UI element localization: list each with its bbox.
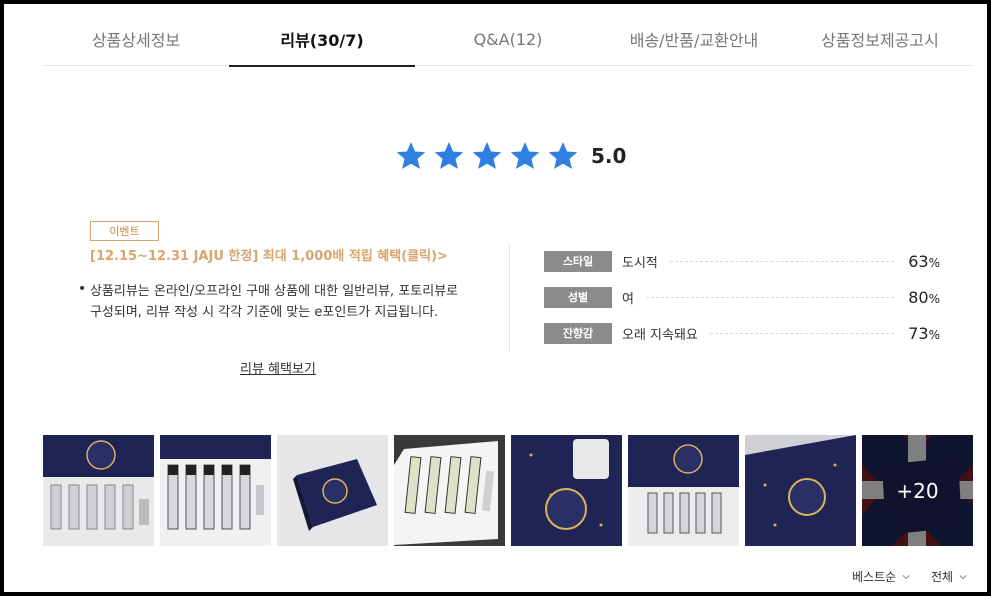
review-photo-thumbnail[interactable]	[511, 435, 622, 546]
filter-dropdown[interactable]: 전체	[931, 568, 967, 585]
dotted-leader	[669, 260, 895, 262]
star-icon	[396, 142, 426, 169]
stat-percent: 63%	[908, 251, 940, 271]
bullet-point: •	[78, 281, 87, 297]
tab-reviews[interactable]: 리뷰(30/7)	[229, 12, 415, 67]
review-photo-thumbnail[interactable]	[628, 435, 739, 546]
tab-qna[interactable]: Q&A(12)	[415, 12, 601, 66]
review-policy-text: 상품리뷰는 온라인/오프라인 구매 상품에 대한 일반리뷰, 포토리뷰로 구성되…	[89, 284, 459, 320]
filter-label: 전체	[931, 570, 954, 584]
chevron-down-icon	[902, 574, 910, 579]
star-icon	[472, 142, 502, 169]
more-photos-count: +20	[862, 435, 973, 546]
review-policy-description: • 상품리뷰는 온라인/오프라인 구매 상품에 대한 일반리뷰, 포토리뷰로 구…	[78, 281, 468, 323]
review-photo-thumbnail-more[interactable]: +20	[862, 435, 973, 546]
stat-label: 성별	[544, 286, 612, 308]
review-photo-thumbnail[interactable]	[160, 435, 271, 546]
product-tabs: 상품상세정보 리뷰(30/7) Q&A(12) 배송/반품/교환안내 상품정보제…	[43, 12, 973, 67]
stat-percent: 80%	[908, 287, 940, 307]
stat-label: 스타일	[544, 250, 612, 272]
product-photo-icon	[745, 435, 856, 546]
stat-value: 여	[622, 291, 634, 307]
sort-order-dropdown[interactable]: 베스트순	[852, 568, 910, 585]
tab-product-info-notice[interactable]: 상품정보제공고시	[787, 12, 973, 66]
product-photo-icon	[628, 435, 739, 546]
dotted-leader	[645, 296, 895, 298]
stat-label: 잔향감	[544, 322, 612, 344]
product-photo-icon	[160, 435, 271, 546]
review-photo-thumbnail[interactable]	[745, 435, 856, 546]
stat-row-style: 스타일 도시적 63%	[544, 250, 940, 272]
event-badge: 이벤트	[90, 221, 159, 241]
stat-value: 오래 지속돼요	[622, 327, 698, 343]
review-photo-strip: +20	[43, 435, 979, 546]
review-photo-thumbnail[interactable]	[277, 435, 388, 546]
sort-order-label: 베스트순	[852, 570, 897, 584]
stat-row-longevity: 잔향감 오래 지속돼요 73%	[544, 322, 940, 344]
star-icon	[434, 142, 464, 169]
stat-percent: 73%	[908, 323, 940, 343]
tab-product-detail[interactable]: 상품상세정보	[43, 12, 229, 66]
dotted-leader	[709, 332, 895, 334]
review-photo-thumbnail[interactable]	[394, 435, 505, 546]
stat-row-gender: 성별 여 80%	[544, 286, 940, 308]
product-photo-icon	[277, 435, 388, 546]
average-rating: 5.0	[395, 140, 626, 172]
review-section: 상품상세정보 리뷰(30/7) Q&A(12) 배송/반품/교환안내 상품정보제…	[4, 4, 987, 592]
star-icon	[548, 142, 578, 169]
review-benefit-link[interactable]: 리뷰 혜택보기	[240, 358, 316, 377]
product-photo-icon	[511, 435, 622, 546]
chevron-down-icon	[959, 574, 967, 579]
star-icon	[510, 142, 540, 169]
tab-shipping-returns[interactable]: 배송/반품/교환안내	[601, 12, 787, 66]
vertical-divider	[509, 244, 510, 352]
event-promo-link[interactable]: [12.15~12.31 JAJU 한정] 최대 1,000배 적립 혜택(클릭…	[90, 245, 448, 264]
review-photo-thumbnail[interactable]	[43, 435, 154, 546]
product-photo-icon	[43, 435, 154, 546]
product-photo-icon	[394, 435, 505, 546]
stat-value: 도시적	[622, 255, 658, 271]
rating-score: 5.0	[591, 144, 627, 168]
